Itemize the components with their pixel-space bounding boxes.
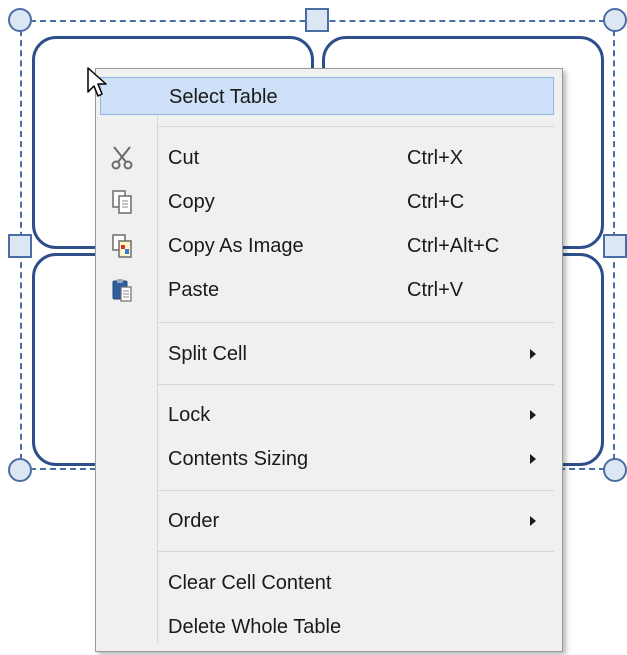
- menu-item-copy[interactable]: Copy Ctrl+C: [100, 183, 554, 221]
- mouse-pointer-icon: [86, 66, 108, 100]
- menu-item-contents-sizing[interactable]: Contents Sizing: [100, 440, 554, 478]
- menu-item-shortcut: Ctrl+X: [407, 147, 464, 169]
- submenu-arrow-icon: [530, 454, 536, 464]
- scissors-icon: [110, 145, 134, 171]
- menu-item-shortcut: Ctrl+Alt+C: [407, 235, 500, 257]
- context-menu: Select Table Cut Ctrl+X Copy Ctrl+C Copy…: [95, 68, 563, 652]
- menu-separator: [158, 322, 554, 323]
- submenu-arrow-icon: [530, 410, 536, 420]
- paste-icon: [110, 277, 134, 303]
- menu-item-label: Select Table: [169, 86, 278, 108]
- menu-item-label: Contents Sizing: [168, 448, 309, 470]
- menu-item-cut[interactable]: Cut Ctrl+X: [100, 139, 554, 177]
- menu-item-label: Clear Cell Content: [168, 572, 332, 594]
- resize-handle-bottom-right[interactable]: [603, 458, 627, 482]
- menu-item-label: Cut: [168, 147, 200, 169]
- menu-item-clear-cell-content[interactable]: Clear Cell Content: [100, 564, 554, 602]
- menu-item-paste[interactable]: Paste Ctrl+V: [100, 271, 554, 309]
- menu-item-delete-whole-table[interactable]: Delete Whole Table: [100, 608, 554, 646]
- menu-item-split-cell[interactable]: Split Cell: [100, 335, 554, 373]
- menu-item-order[interactable]: Order: [100, 502, 554, 540]
- menu-item-label: Lock: [168, 404, 211, 426]
- menu-item-label: Copy As Image: [168, 235, 304, 257]
- menu-item-lock[interactable]: Lock: [100, 396, 554, 434]
- resize-handle-top-left[interactable]: [8, 8, 32, 32]
- menu-item-shortcut: Ctrl+C: [407, 191, 465, 213]
- resize-handle-bottom-left[interactable]: [8, 458, 32, 482]
- menu-item-label: Copy: [168, 191, 215, 213]
- menu-item-select-table[interactable]: Select Table: [100, 77, 554, 115]
- submenu-arrow-icon: [530, 349, 536, 359]
- resize-handle-top-right[interactable]: [603, 8, 627, 32]
- menu-separator: [158, 126, 554, 127]
- resize-handle-left[interactable]: [8, 234, 32, 258]
- menu-item-shortcut: Ctrl+V: [407, 279, 464, 301]
- menu-separator: [158, 384, 554, 385]
- menu-item-copy-as-image[interactable]: Copy As Image Ctrl+Alt+C: [100, 227, 554, 265]
- menu-item-label: Split Cell: [168, 343, 247, 365]
- menu-item-label: Order: [168, 510, 220, 532]
- menu-separator: [158, 551, 554, 552]
- menu-item-label: Paste: [168, 279, 220, 301]
- copy-image-icon: [110, 233, 134, 259]
- menu-separator: [158, 490, 554, 491]
- menu-item-label: Delete Whole Table: [168, 616, 342, 638]
- resize-handle-top[interactable]: [305, 8, 329, 32]
- copy-icon: [110, 189, 134, 215]
- resize-handle-right[interactable]: [603, 234, 627, 258]
- submenu-arrow-icon: [530, 516, 536, 526]
